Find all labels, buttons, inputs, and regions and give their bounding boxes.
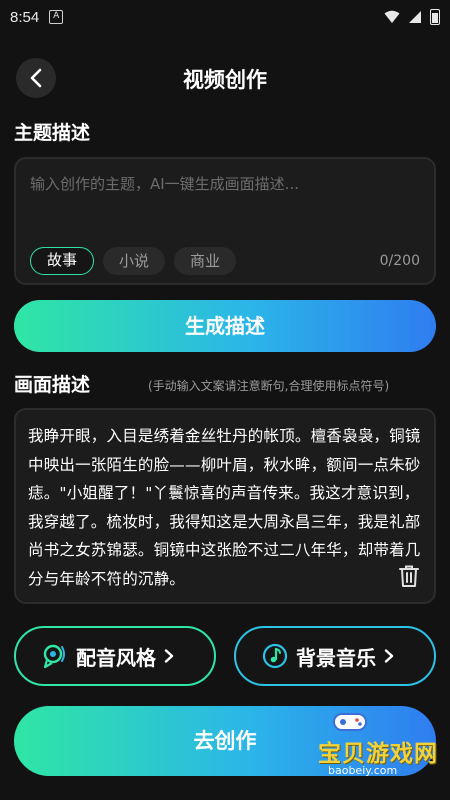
chip-novel[interactable]: 小说 (103, 247, 166, 275)
battery-icon (430, 9, 440, 25)
background-music-label: 背景音乐 (296, 645, 376, 670)
topic-input-box[interactable]: 输入创作的主题，AI一键生成画面描述... 故事 小说 商业 0/200 (14, 157, 436, 285)
status-bar: 8:54 A (0, 0, 450, 34)
watermark-text: 宝贝游戏网 (318, 741, 438, 767)
status-icons (384, 9, 440, 25)
watermark-url: baobeiy.com (328, 764, 398, 777)
status-time: 8:54 (10, 8, 40, 26)
header: 视频创作 (0, 52, 450, 104)
page-title: 视频创作 (183, 68, 267, 92)
topic-input[interactable]: 输入创作的主题，AI一键生成画面描述... (30, 173, 299, 194)
char-counter: 0/200 (379, 253, 420, 269)
trash-icon[interactable] (398, 564, 420, 588)
voice-icon (43, 644, 65, 669)
chip-story[interactable]: 故事 (30, 247, 95, 275)
voice-style-button[interactable]: 配音风格 (14, 626, 216, 686)
generate-description-button[interactable]: 生成描述 (14, 300, 436, 352)
voice-style-label: 配音风格 (76, 645, 156, 670)
background-music-button[interactable]: 背景音乐 (234, 626, 436, 686)
scene-description-box[interactable]: 我睁开眼，入目是绣着金丝牡丹的帐顶。檀香袅袅，铜镜中映出一张陌生的脸——柳叶眉，… (14, 408, 436, 604)
scene-hint: (手动输入文案请注意断句,合理使用标点符号) (148, 379, 390, 393)
scene-heading: 画面描述 (14, 374, 91, 396)
chevron-right-icon (164, 649, 174, 663)
gamepad-icon (333, 713, 367, 731)
music-note-icon (262, 643, 288, 669)
wifi-icon (384, 10, 400, 23)
topic-chips: 故事 小说 商业 (30, 247, 237, 275)
watermark-logo: 宝贝游戏网 baobeiy.com (308, 712, 448, 782)
notification-icon: A (49, 10, 64, 24)
chevron-right-icon (384, 649, 394, 663)
topic-heading: 主题描述 (14, 122, 91, 144)
chip-business[interactable]: 商业 (174, 247, 237, 275)
signal-icon (409, 11, 421, 23)
scene-description-text[interactable]: 我睁开眼，入目是绣着金丝牡丹的帐顶。檀香袅袅，铜镜中映出一张陌生的脸——柳叶眉，… (28, 422, 424, 593)
